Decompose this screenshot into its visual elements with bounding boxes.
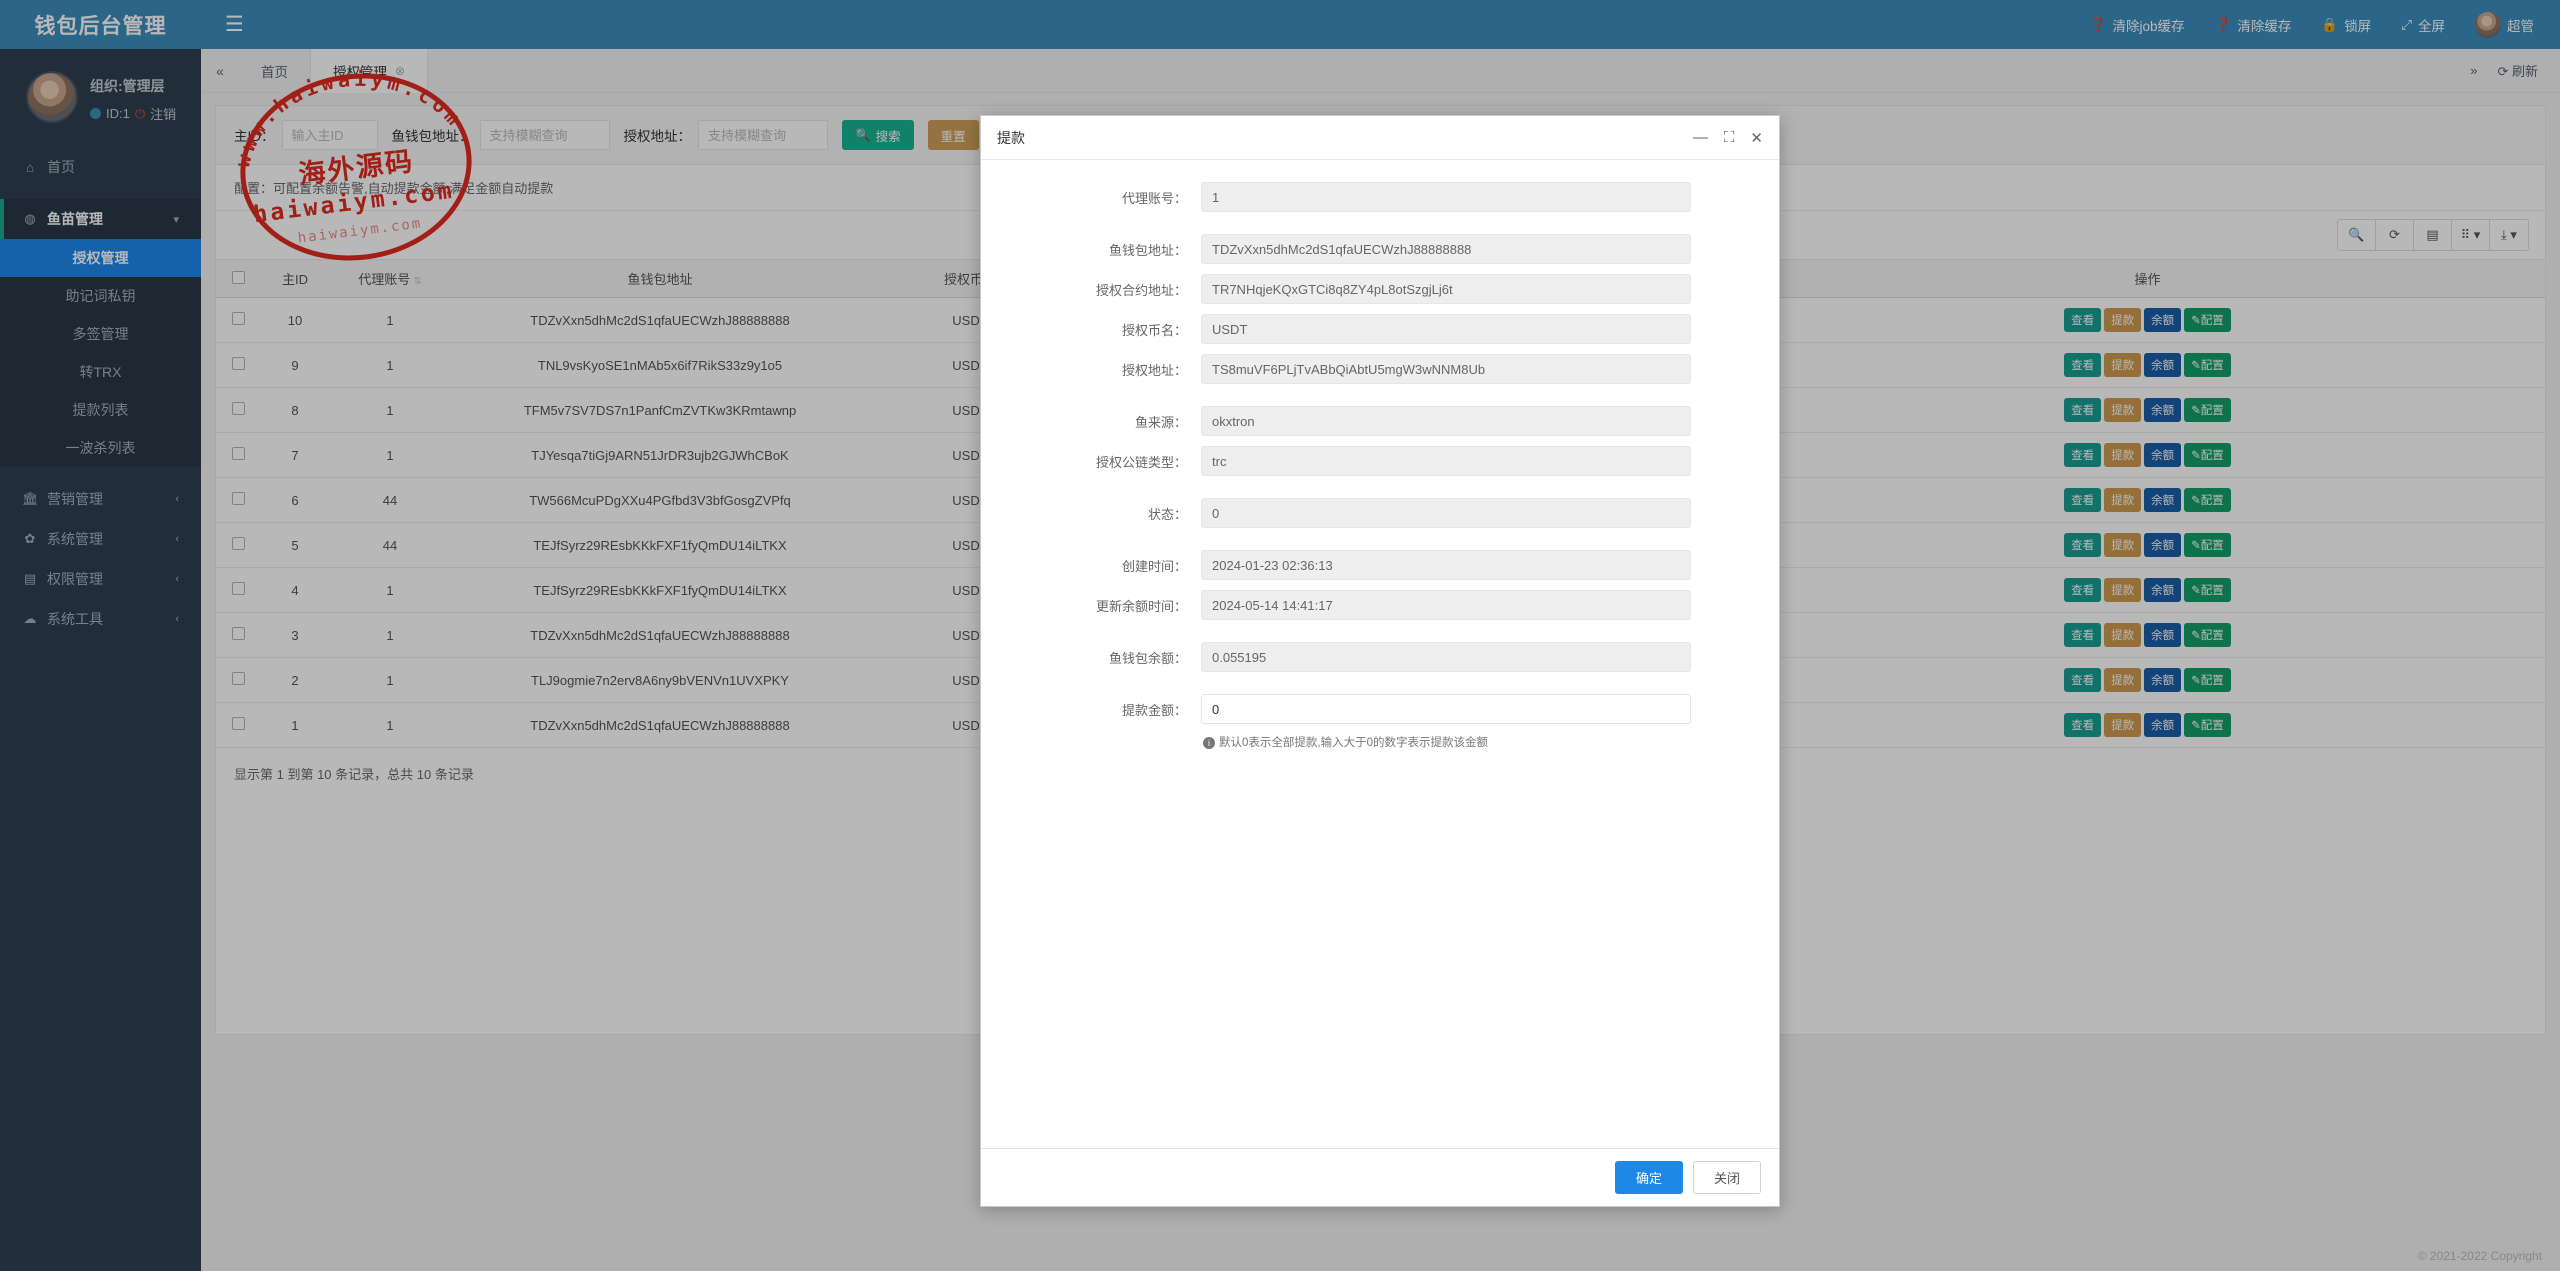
confirm-button[interactable]: 确定: [1614, 1161, 1683, 1194]
modal-field-label: 鱼钱包余额：: [1108, 650, 1187, 666]
modal-field-list: 代理账号： 鱼钱包地址： 授权合约地址： 授权币名： 授权地址： 鱼来源： 授权公链类型： 状…: [981, 182, 1779, 724]
modal-field: 鱼钱包地址：: [981, 234, 1779, 264]
withdraw-amount-hint: i 默认0表示全部提款,输入大于0的数字表示提款该金额: [1201, 734, 1691, 750]
modal-field: 代理账号：: [981, 182, 1779, 212]
app-root: 钱包后台管理 组织:管理层 ID:1 ⏻ 注销 ⌂ 首页 ◍ 鱼苗管理 ▾ 授权…: [0, 0, 2560, 1271]
field-gap: [981, 682, 1779, 694]
copyright-text: © 2021-2022 Copyright: [2417, 1249, 2542, 1263]
maximize-icon[interactable]: ⛶: [1724, 129, 1735, 146]
field-gap: [981, 538, 1779, 550]
modal-field: 授权合约地址：: [981, 274, 1779, 304]
modal-field-label: 授权币名：: [1121, 322, 1187, 338]
modal-close-button[interactable]: 关闭: [1692, 1161, 1761, 1194]
field-gap: [981, 486, 1779, 498]
modal-footer: 确定 关闭: [981, 1148, 1779, 1206]
modal-field: 鱼钱包余额：: [981, 642, 1779, 672]
modal-field: 更新余额时间：: [981, 590, 1779, 620]
modal-field-input[interactable]: [1201, 498, 1691, 528]
modal-field-label: 代理账号：: [1121, 190, 1187, 206]
close-icon[interactable]: ✕: [1750, 129, 1763, 147]
modal-field-label: 状态：: [1147, 506, 1187, 522]
modal-field-input[interactable]: [1201, 314, 1691, 344]
modal-field: 状态：: [981, 498, 1779, 528]
modal-field-input[interactable]: [1201, 354, 1691, 384]
modal-field-input[interactable]: [1201, 182, 1691, 212]
modal-field-input[interactable]: [1201, 550, 1691, 580]
modal-body: 代理账号： 鱼钱包地址： 授权合约地址： 授权币名： 授权地址： 鱼来源： 授权公链类型： 状…: [981, 160, 1779, 1148]
minimize-icon[interactable]: —: [1693, 129, 1708, 146]
modal-field-input[interactable]: [1201, 590, 1691, 620]
withdraw-modal: 提款 — ⛶ ✕ 代理账号： 鱼钱包地址： 授权合约地址： 授权币名： 授权地址： 鱼来源…: [980, 115, 1780, 1207]
modal-field-label: 更新余额时间：: [1095, 598, 1187, 614]
field-gap: [981, 394, 1779, 406]
modal-field-input[interactable]: [1201, 642, 1691, 672]
modal-field-input[interactable]: [1201, 274, 1691, 304]
modal-field-input[interactable]: [1201, 406, 1691, 436]
modal-field: 授权公链类型：: [981, 446, 1779, 476]
modal-field: 授权地址：: [981, 354, 1779, 384]
modal-field-input[interactable]: [1201, 694, 1691, 724]
modal-field: 创建时间：: [981, 550, 1779, 580]
info-icon: i: [1203, 737, 1215, 749]
modal-title: 提款: [997, 129, 1025, 146]
modal-field: 鱼来源：: [981, 406, 1779, 436]
modal-field-label: 授权公链类型：: [1095, 454, 1187, 470]
modal-field-label: 授权地址：: [1121, 362, 1187, 378]
modal-field-label: 提款金额：: [1121, 702, 1187, 718]
modal-field-label: 鱼来源：: [1134, 414, 1187, 430]
field-gap: [981, 222, 1779, 234]
modal-field-input[interactable]: [1201, 234, 1691, 264]
field-gap: [981, 630, 1779, 642]
modal-field: 授权币名：: [981, 314, 1779, 344]
modal-field: 提款金额：: [981, 694, 1779, 724]
modal-field-label: 创建时间：: [1121, 558, 1187, 574]
modal-field-input[interactable]: [1201, 446, 1691, 476]
modal-field-label: 鱼钱包地址：: [1108, 242, 1187, 258]
modal-header: 提款 — ⛶ ✕: [981, 116, 1779, 160]
modal-field-label: 授权合约地址：: [1095, 282, 1187, 298]
